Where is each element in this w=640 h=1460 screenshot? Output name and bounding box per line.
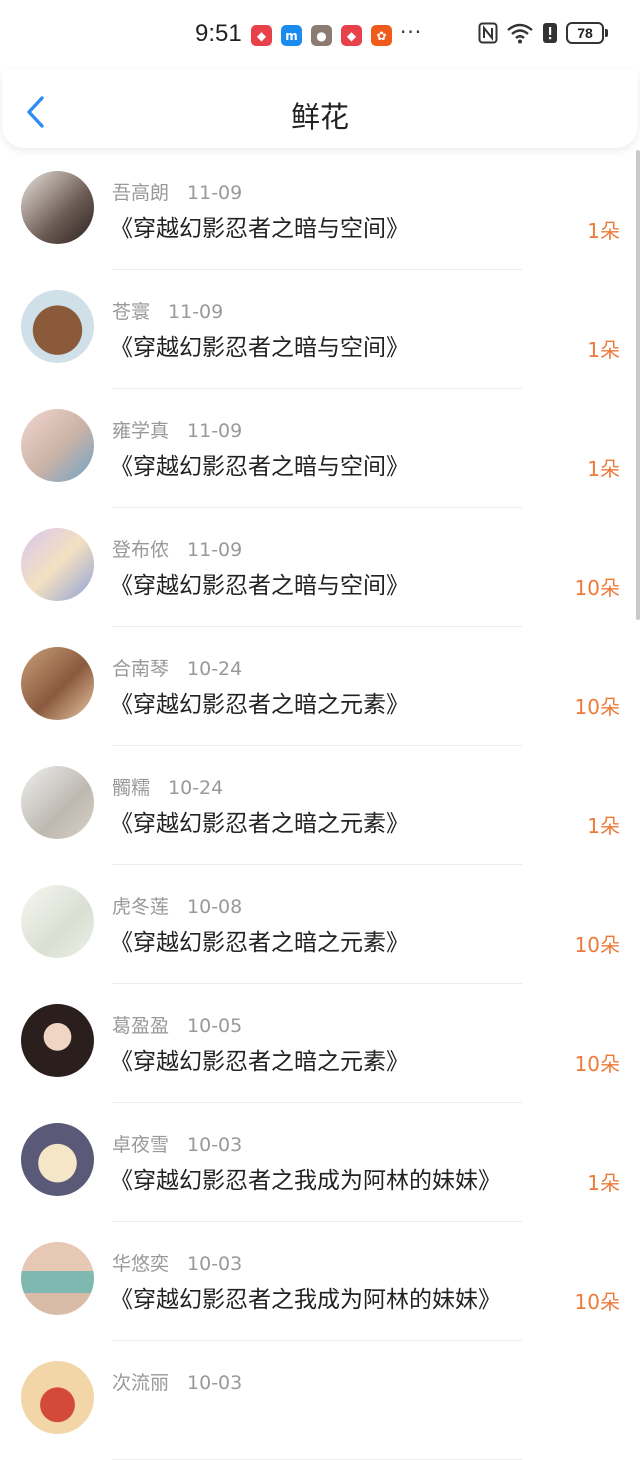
book-title[interactable]: 《穿越幻影忍者之暗之元素》 (110, 923, 409, 957)
list-item[interactable]: 髑糯 10-24 《穿越幻影忍者之暗之元素》 1朵 (0, 746, 640, 865)
user-name[interactable]: 吾高朗 (112, 182, 169, 204)
list-item[interactable]: 合南琴 10-24 《穿越幻影忍者之暗之元素》 10朵 (0, 627, 640, 746)
user-info: 髑糯 10-24 (112, 773, 223, 800)
gift-date: 10-05 (187, 1015, 243, 1037)
user-name[interactable]: 苍寰 (112, 301, 150, 323)
huawei-mall-icon: ◆ (251, 25, 272, 46)
gift-date: 10-03 (187, 1372, 243, 1394)
avatar[interactable] (21, 1242, 94, 1315)
notification-icons: ◆ m ● ◆ ✿ (251, 25, 392, 46)
avatar[interactable] (21, 290, 94, 363)
flower-count: 10朵 (574, 1290, 620, 1314)
avatar[interactable] (21, 171, 94, 244)
flower-count: 1朵 (587, 814, 620, 838)
kuaishou-icon: ✿ (371, 25, 392, 46)
user-info: 登布侬 11-09 (112, 535, 242, 562)
user-info: 次流丽 10-03 (112, 1368, 242, 1395)
gift-date: 10-08 (187, 896, 243, 918)
list-item[interactable]: 次流丽 10-03 (0, 1341, 640, 1460)
user-name[interactable]: 雍学真 (112, 420, 169, 442)
flower-gift-list: 吾高朗 11-09 《穿越幻影忍者之暗与空间》 1朵 苍寰 11-09 《穿越幻影忍者之暗与… (0, 151, 640, 1460)
list-item[interactable]: 卓夜雪 10-03 《穿越幻影忍者之我成为阿林的妹妹》 1朵 (0, 1103, 640, 1222)
page-title: 鲜花 (290, 100, 349, 134)
book-title[interactable]: 《穿越幻影忍者之暗与空间》 (110, 447, 409, 481)
avatar[interactable] (21, 766, 94, 839)
status-time: 9:51 (195, 20, 242, 47)
list-item[interactable]: 葛盈盈 10-05 《穿越幻影忍者之暗之元素》 10朵 (0, 984, 640, 1103)
huawei-mall-icon-2: ◆ (341, 25, 362, 46)
book-title[interactable]: 《穿越幻影忍者之暗之元素》 (110, 1042, 409, 1076)
user-name[interactable]: 髑糯 (112, 777, 150, 799)
gift-date: 10-24 (168, 777, 224, 799)
list-item[interactable]: 华悠奕 10-03 《穿越幻影忍者之我成为阿林的妹妹》 10朵 (0, 1222, 640, 1341)
flower-count: 10朵 (574, 933, 620, 957)
nfc-icon (478, 22, 498, 44)
more-notifications-icon: ··· (400, 20, 423, 44)
avatar-notification-icon: ● (311, 25, 332, 46)
gift-date: 11-09 (187, 420, 243, 442)
user-info: 卓夜雪 10-03 (112, 1130, 242, 1157)
flower-count: 10朵 (574, 576, 620, 600)
flower-count: 10朵 (574, 1052, 620, 1076)
book-title[interactable]: 《穿越幻影忍者之我成为阿林的妹妹》 (110, 1161, 501, 1195)
user-name[interactable]: 合南琴 (112, 658, 169, 680)
book-title[interactable]: 《穿越幻影忍者之暗与空间》 (110, 328, 409, 362)
avatar[interactable] (21, 1123, 94, 1196)
flower-count: 10朵 (574, 695, 620, 719)
navigation-bar: 鲜花 (2, 70, 638, 148)
user-name[interactable]: 卓夜雪 (112, 1134, 169, 1156)
gift-date: 10-03 (187, 1253, 243, 1275)
user-info: 苍寰 11-09 (112, 297, 223, 324)
system-icons: 78 (478, 22, 608, 44)
book-title[interactable]: 《穿越幻影忍者之暗之元素》 (110, 804, 409, 838)
avatar[interactable] (21, 1004, 94, 1077)
book-title[interactable]: 《穿越幻影忍者之暗与空间》 (110, 566, 409, 600)
avatar[interactable] (21, 885, 94, 958)
scrollbar[interactable] (636, 150, 640, 620)
avatar[interactable] (21, 409, 94, 482)
wifi-icon (507, 23, 533, 44)
m-app-icon: m (281, 25, 302, 46)
gift-date: 11-09 (187, 182, 243, 204)
user-name[interactable]: 葛盈盈 (112, 1015, 169, 1037)
gift-date: 10-03 (187, 1134, 243, 1156)
flower-count: 1朵 (587, 219, 620, 243)
list-item[interactable]: 苍寰 11-09 《穿越幻影忍者之暗与空间》 1朵 (0, 270, 640, 389)
status-bar: 9:51 ◆ m ● ◆ ✿ ··· 78 (0, 0, 640, 70)
book-title[interactable]: 《穿越幻影忍者之我成为阿林的妹妹》 (110, 1280, 501, 1314)
list-item[interactable]: 登布侬 11-09 《穿越幻影忍者之暗与空间》 10朵 (0, 508, 640, 627)
list-item[interactable]: 虎冬莲 10-08 《穿越幻影忍者之暗之元素》 10朵 (0, 865, 640, 984)
avatar[interactable] (21, 1361, 94, 1434)
list-item[interactable]: 吾高朗 11-09 《穿越幻影忍者之暗与空间》 1朵 (0, 151, 640, 270)
gift-date: 11-09 (187, 539, 243, 561)
user-name[interactable]: 次流丽 (112, 1372, 169, 1394)
user-info: 虎冬莲 10-08 (112, 892, 242, 919)
user-info: 雍学真 11-09 (112, 416, 242, 443)
user-name[interactable]: 登布侬 (112, 539, 169, 561)
user-name[interactable]: 华悠奕 (112, 1253, 169, 1275)
user-info: 吾高朗 11-09 (112, 178, 242, 205)
list-item[interactable]: 雍学真 11-09 《穿越幻影忍者之暗与空间》 1朵 (0, 389, 640, 508)
user-info: 合南琴 10-24 (112, 654, 242, 681)
flower-count: 1朵 (587, 457, 620, 481)
user-info: 葛盈盈 10-05 (112, 1011, 242, 1038)
avatar[interactable] (21, 528, 94, 601)
avatar[interactable] (21, 647, 94, 720)
battery-indicator: 78 (566, 22, 608, 44)
gift-date: 10-24 (187, 658, 243, 680)
user-name[interactable]: 虎冬莲 (112, 896, 169, 918)
user-info: 华悠奕 10-03 (112, 1249, 242, 1276)
book-title[interactable]: 《穿越幻影忍者之暗之元素》 (110, 685, 409, 719)
flower-count: 1朵 (587, 1171, 620, 1195)
gift-date: 11-09 (168, 301, 224, 323)
flower-count: 1朵 (587, 338, 620, 362)
book-title[interactable]: 《穿越幻影忍者之暗与空间》 (110, 209, 409, 243)
alert-icon (543, 23, 557, 43)
